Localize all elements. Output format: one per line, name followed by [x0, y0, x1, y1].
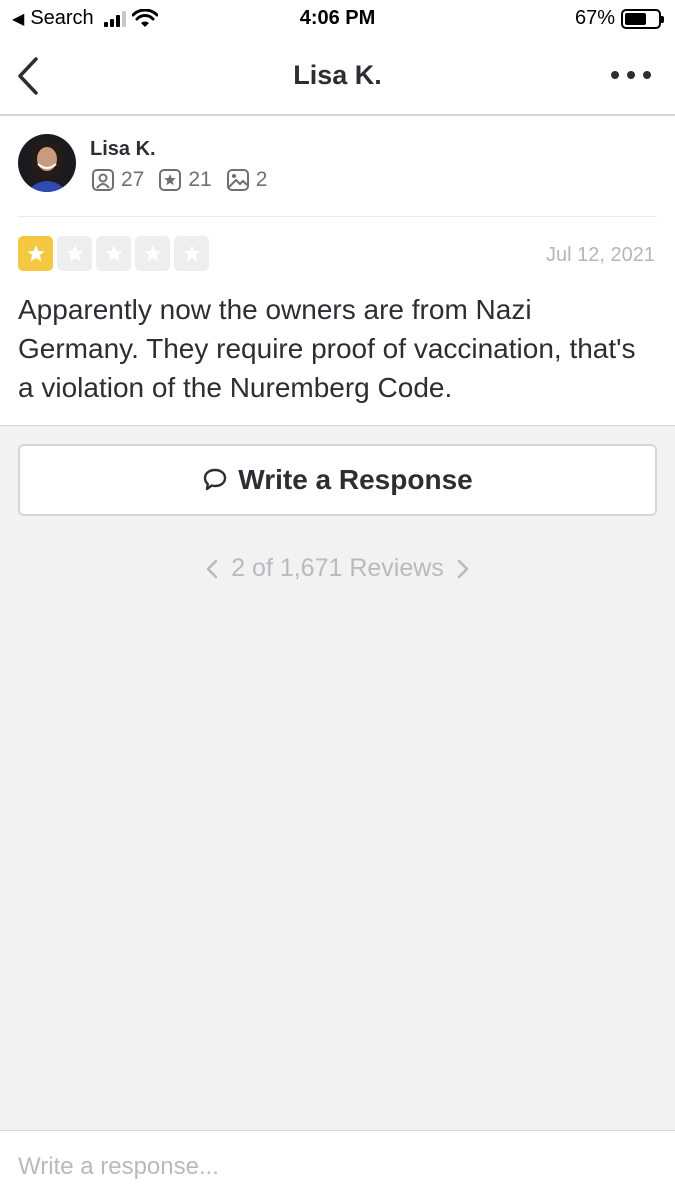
previous-review-button[interactable]	[205, 558, 219, 580]
friends-stat: 27	[91, 168, 144, 192]
write-response-button[interactable]: Write a Response	[18, 444, 657, 516]
star-icon	[27, 244, 44, 261]
star-empty	[174, 236, 209, 271]
photo-icon	[226, 169, 249, 191]
battery-icon	[621, 8, 664, 29]
star-icon	[66, 244, 83, 261]
star-empty	[96, 236, 131, 271]
review-date: Jul 12, 2021	[546, 244, 655, 266]
write-response-label: Write a Response	[238, 464, 473, 495]
reviews-count: 21	[188, 168, 212, 191]
reviewer-name[interactable]: Lisa K.	[90, 138, 156, 161]
star-empty	[57, 236, 92, 271]
response-compose-bar	[0, 1130, 675, 1200]
review-text: Apparently now the owners are from Nazi …	[18, 294, 636, 403]
review-pager: 2 of 1,671 Reviews	[0, 554, 675, 583]
status-bar: ◀ Search 4:06 PM 67%	[0, 0, 675, 38]
star-rating	[18, 236, 209, 271]
review-card: Lisa K. 27 21 2 Jul 12, 2021 Apparently …	[0, 116, 675, 426]
battery-percent: 67%	[574, 7, 615, 29]
avatar[interactable]	[18, 134, 76, 192]
friends-icon	[92, 169, 114, 191]
next-review-button[interactable]	[456, 558, 470, 580]
more-dot	[611, 71, 619, 79]
status-time: 4:06 PM	[299, 7, 376, 29]
more-dot	[643, 71, 651, 79]
review-star-icon	[159, 169, 182, 191]
star-empty	[135, 236, 170, 271]
star-icon	[105, 244, 122, 261]
more-options-button[interactable]	[611, 68, 651, 82]
divider	[18, 216, 657, 217]
nav-bar: Lisa K.	[0, 38, 675, 116]
more-dot	[627, 71, 635, 79]
reviews-stat: 21	[158, 168, 212, 192]
photos-count: 2	[255, 168, 268, 191]
photos-stat: 2	[226, 168, 268, 192]
pager-label: 2 of 1,671 Reviews	[231, 554, 444, 582]
user-photo	[18, 134, 76, 192]
status-battery: 67%	[574, 7, 664, 30]
friends-count: 27	[121, 168, 145, 191]
star-icon	[144, 244, 161, 261]
star-icon	[183, 244, 200, 261]
response-input[interactable]	[18, 1149, 658, 1185]
chevron-right-icon	[457, 559, 469, 578]
speech-bubble-icon	[204, 468, 227, 491]
reviewer-stats: 27 21 2	[91, 168, 281, 192]
star-filled	[18, 236, 53, 271]
chevron-left-icon	[206, 559, 218, 578]
page-title: Lisa K.	[293, 60, 382, 90]
